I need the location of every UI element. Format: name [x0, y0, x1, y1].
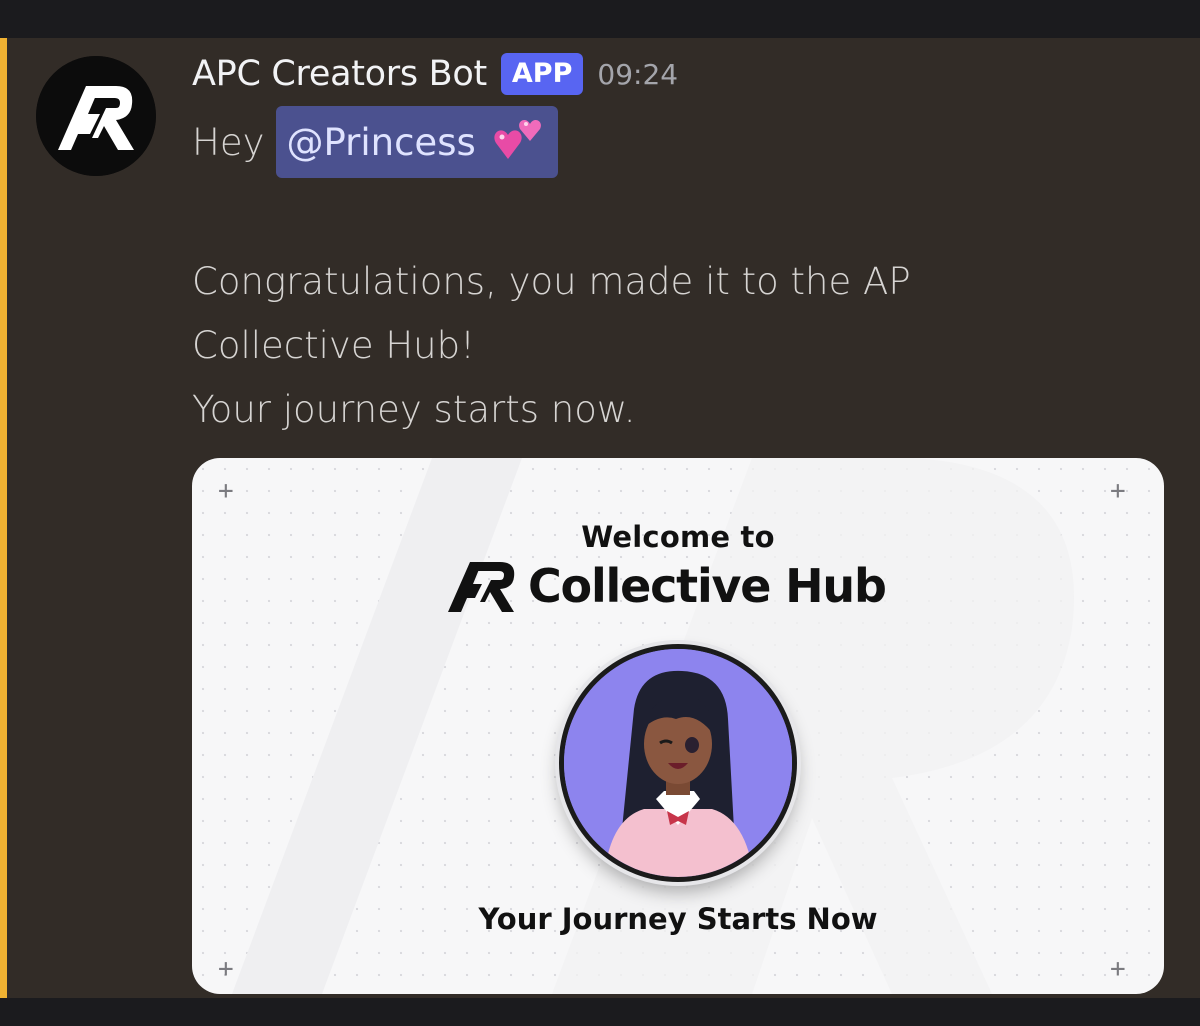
message-header: APC Creators Bot APP 09:24	[192, 52, 678, 96]
body-line: Congratulations, you made it to the AP	[192, 260, 911, 303]
two-hearts-icon	[494, 119, 541, 159]
hub-title: Collective Hub	[448, 556, 887, 616]
greeting-text: Hey	[192, 120, 265, 164]
body-line: Your journey starts now.	[192, 388, 636, 431]
hub-title-text: Collective Hub	[528, 559, 887, 613]
top-bar	[0, 0, 1200, 38]
plus-corner-icon: +	[1110, 954, 1126, 984]
message-body: Congratulations, you made it to the AP C…	[192, 250, 1072, 442]
message-timestamp[interactable]: 09:24	[597, 58, 678, 91]
body-line: Collective Hub!	[192, 324, 475, 367]
chat-message: APC Creators Bot APP 09:24 Hey @Princess…	[0, 38, 1200, 998]
plus-corner-icon: +	[1110, 476, 1126, 506]
bottom-bar	[0, 998, 1200, 1026]
plus-corner-icon: +	[218, 476, 234, 506]
app-badge: APP	[500, 53, 584, 95]
ap-logo-icon	[448, 562, 515, 612]
ap-logo-icon	[36, 56, 156, 176]
welcome-image-embed[interactable]: + + + + Welcome to Collective Hub Your J…	[192, 458, 1164, 994]
welcome-heading: Welcome to	[581, 520, 775, 554]
author-name[interactable]: APC Creators Bot	[192, 54, 487, 94]
plus-corner-icon: +	[218, 954, 234, 984]
bot-avatar[interactable]	[36, 56, 156, 176]
mention-text: @Princess	[286, 120, 476, 164]
character-portrait	[559, 644, 797, 882]
user-mention[interactable]: @Princess	[276, 106, 558, 178]
mention-highlight-bar	[0, 38, 7, 998]
greeting-line: Hey @Princess	[192, 106, 558, 178]
embed-tagline: Your Journey Starts Now	[478, 902, 878, 936]
character-illustration	[564, 649, 792, 877]
